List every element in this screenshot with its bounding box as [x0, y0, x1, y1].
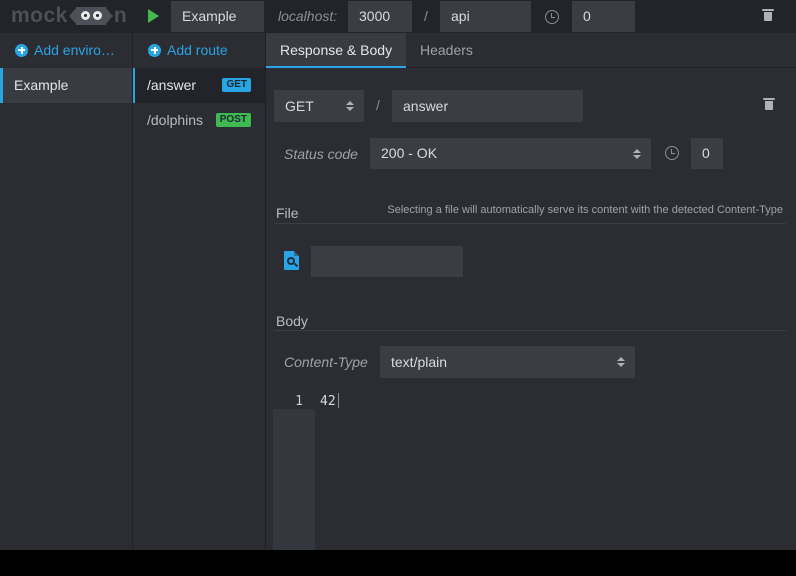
environments-sidebar: Add enviro… Example: [0, 33, 133, 550]
content-type-select[interactable]: text/plain: [380, 346, 635, 378]
code-line[interactable]: 42: [320, 393, 339, 410]
mockoon-logo: mock n: [11, 3, 127, 29]
latency-clock-icon: [545, 10, 559, 24]
method-select-value: GET: [285, 98, 314, 114]
status-code-value: 200 - OK: [381, 145, 438, 161]
code-line-text: 42: [320, 394, 336, 409]
endpoint-prefix-input[interactable]: api: [440, 1, 531, 32]
select-arrows-icon: [346, 101, 354, 112]
plus-circle-icon: [148, 43, 161, 57]
plus-circle-icon: [15, 43, 28, 57]
editor-gutter: [273, 393, 315, 550]
routes-sidebar: Add route /answer GET /dolphins POST: [133, 33, 266, 550]
delete-environment-trash-icon[interactable]: [762, 9, 774, 21]
route-path: /dolphins: [147, 112, 204, 128]
route-main-panel: Response & Body Headers GET / answer Sta…: [266, 33, 796, 550]
delete-route-trash-icon[interactable]: [763, 98, 775, 110]
logo-text-right: n: [113, 4, 128, 27]
top-bar: mock n Example localhost: 3000 / api 0: [0, 0, 796, 33]
file-search-icon[interactable]: [284, 251, 300, 271]
file-section-title: File: [276, 205, 299, 221]
content-type-value: text/plain: [391, 354, 448, 370]
tab-response-body[interactable]: Response & Body: [266, 33, 407, 68]
logo-text-left: mock: [11, 4, 68, 27]
body-section-title: Body: [276, 313, 308, 329]
file-section-divider: [274, 223, 786, 224]
body-code-editor[interactable]: 1 42: [273, 393, 786, 550]
file-section-hint: Selecting a file will automatically serv…: [387, 204, 783, 216]
file-path-input[interactable]: [311, 246, 463, 277]
status-code-label: Status code: [284, 146, 358, 162]
method-badge-post: POST: [215, 113, 251, 127]
route-latency-clock-icon: [665, 146, 679, 160]
body-section-divider: [274, 330, 786, 331]
add-environment-button[interactable]: Add enviro…: [15, 40, 115, 60]
content-type-label: Content-Type: [284, 354, 368, 370]
line-number: 1: [295, 394, 303, 409]
environment-item-label: Example: [14, 77, 69, 93]
route-latency-input[interactable]: 0: [691, 138, 723, 169]
add-environment-label: Add enviro…: [34, 42, 115, 58]
select-arrows-icon: [617, 357, 625, 368]
route-tabs: Response & Body Headers: [266, 33, 796, 68]
route-item-dolphins[interactable]: /dolphins POST: [133, 103, 265, 138]
path-separator: /: [376, 97, 380, 113]
port-input[interactable]: 3000: [348, 1, 412, 32]
add-route-label: Add route: [167, 42, 228, 58]
text-cursor: [337, 393, 339, 408]
prefix-separator: /: [424, 8, 428, 24]
route-item-answer[interactable]: /answer GET: [133, 68, 265, 103]
environment-latency-input[interactable]: 0: [572, 1, 635, 32]
mockoon-window: mock n Example localhost: 3000 / api 0 A…: [0, 0, 796, 550]
environment-name-input[interactable]: Example: [171, 1, 264, 32]
select-arrows-icon: [633, 149, 641, 160]
method-badge-get: GET: [222, 78, 251, 92]
start-server-play-icon[interactable]: [148, 9, 159, 23]
logo-eyes-icon: [68, 6, 113, 26]
route-path-input[interactable]: answer: [392, 90, 583, 122]
add-route-button[interactable]: Add route: [148, 40, 228, 60]
environment-item-example[interactable]: Example: [0, 68, 132, 103]
tab-headers[interactable]: Headers: [406, 33, 487, 68]
route-path: /answer: [147, 77, 197, 93]
status-code-select[interactable]: 200 - OK: [370, 138, 651, 169]
method-select[interactable]: GET: [274, 90, 364, 122]
host-label: localhost:: [278, 8, 338, 24]
